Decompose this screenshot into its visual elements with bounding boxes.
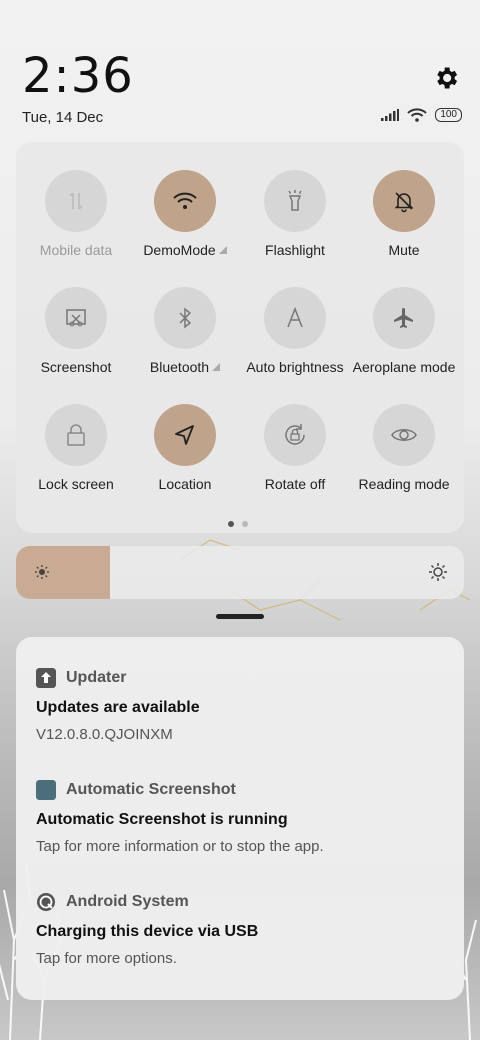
page-indicator bbox=[228, 521, 248, 527]
quick-settings-panel: Mobile data DemoMode Flashlight Mute Scr… bbox=[16, 142, 464, 533]
tile-label: Rotate off bbox=[264, 476, 326, 492]
tile-reading-mode[interactable]: Reading mode bbox=[349, 404, 459, 492]
brightness-low-icon bbox=[35, 565, 49, 579]
wifi-icon bbox=[154, 170, 216, 232]
tile-label: Bluetooth bbox=[149, 359, 210, 375]
screenshot-app-icon bbox=[36, 780, 56, 800]
expand-triangle-icon bbox=[218, 246, 227, 254]
tile-label: Flashlight bbox=[265, 242, 325, 258]
tile-label: Reading mode bbox=[358, 476, 450, 492]
tile-location[interactable]: Location bbox=[130, 404, 240, 492]
tile-mute[interactable]: Mute bbox=[349, 170, 459, 258]
tile-auto-brightness[interactable]: Auto brightness bbox=[240, 287, 350, 375]
lock-icon bbox=[45, 404, 107, 466]
location-icon bbox=[154, 404, 216, 466]
tile-label: Mobile data bbox=[39, 242, 113, 258]
tile-rotate-off[interactable]: Rotate off bbox=[240, 404, 350, 492]
auto-brightness-icon bbox=[264, 287, 326, 349]
brightness-high-icon bbox=[429, 563, 447, 581]
page-dot[interactable] bbox=[242, 521, 248, 527]
flashlight-icon bbox=[264, 170, 326, 232]
settings-gear-icon[interactable] bbox=[432, 64, 460, 92]
tile-label: DemoMode bbox=[143, 242, 216, 258]
eye-icon bbox=[373, 404, 435, 466]
date[interactable]: Tue, 14 Dec bbox=[22, 109, 103, 126]
bluetooth-icon bbox=[154, 287, 216, 349]
tile-label: Screenshot bbox=[40, 359, 112, 375]
android-system-icon bbox=[37, 893, 55, 911]
notification-text: V12.0.8.0.QJOINXM bbox=[36, 726, 173, 743]
notification-panel: Updater Updates are available V12.0.8.0.… bbox=[16, 637, 464, 1000]
signal-icon bbox=[381, 109, 400, 121]
airplane-icon bbox=[373, 287, 435, 349]
tile-label: Aeroplane mode bbox=[352, 359, 456, 375]
wifi-status-icon bbox=[407, 108, 428, 122]
notification-android-system[interactable]: Android System Charging this device via … bbox=[36, 892, 456, 967]
brightness-slider[interactable] bbox=[16, 546, 464, 599]
page-dot-active[interactable] bbox=[228, 521, 234, 527]
screenshot-icon bbox=[45, 287, 107, 349]
tile-bluetooth[interactable]: Bluetooth bbox=[130, 287, 240, 375]
notification-app-name: Android System bbox=[66, 893, 189, 910]
notification-title: Updates are available bbox=[36, 699, 200, 716]
notification-text: Tap for more options. bbox=[36, 950, 177, 967]
notification-app-name: Updater bbox=[66, 669, 127, 686]
updater-icon bbox=[36, 668, 56, 688]
tile-aeroplane-mode[interactable]: Aeroplane mode bbox=[349, 287, 459, 375]
brightness-fill bbox=[16, 546, 111, 599]
notification-automatic-screenshot[interactable]: Automatic Screenshot Automatic Screensho… bbox=[36, 780, 456, 855]
tile-label: Auto brightness bbox=[246, 359, 344, 375]
notification-text: Tap for more information or to stop the … bbox=[36, 838, 324, 855]
tile-lock-screen[interactable]: Lock screen bbox=[21, 404, 131, 492]
tile-label: Lock screen bbox=[38, 476, 114, 492]
tile-label: Location bbox=[158, 476, 212, 492]
expand-triangle-icon bbox=[212, 363, 221, 371]
tile-screenshot[interactable]: Screenshot bbox=[21, 287, 131, 375]
tile-demomode[interactable]: DemoMode bbox=[130, 170, 240, 258]
rotate-icon bbox=[264, 404, 326, 466]
tile-flashlight[interactable]: Flashlight bbox=[240, 170, 350, 258]
notification-title: Charging this device via USB bbox=[36, 923, 259, 940]
mobile-data-icon bbox=[45, 170, 107, 232]
status-icons: 100 bbox=[381, 108, 462, 122]
notification-app-name: Automatic Screenshot bbox=[66, 781, 236, 798]
notification-title: Automatic Screenshot is running bbox=[36, 811, 288, 828]
tile-label: Mute bbox=[388, 242, 420, 258]
battery-indicator: 100 bbox=[435, 108, 462, 122]
tile-mobile-data[interactable]: Mobile data bbox=[21, 170, 131, 258]
clock[interactable]: 2:36 bbox=[22, 48, 134, 104]
mute-bell-icon bbox=[373, 170, 435, 232]
drag-handle[interactable] bbox=[216, 614, 264, 619]
notification-updater[interactable]: Updater Updates are available V12.0.8.0.… bbox=[36, 668, 456, 743]
